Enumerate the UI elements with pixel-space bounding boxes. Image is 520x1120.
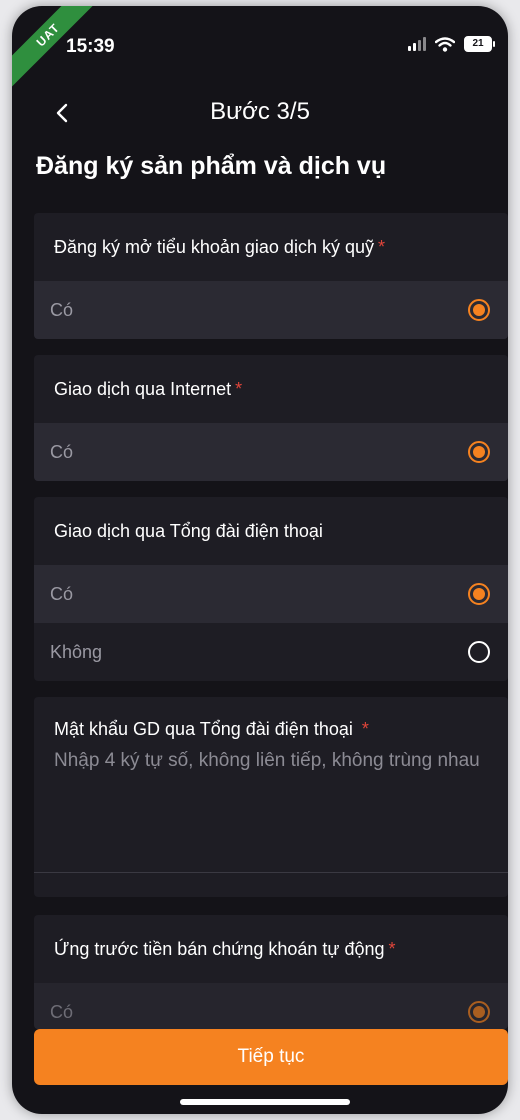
radio-unselected-icon[interactable]: [468, 641, 490, 663]
option-label: Không: [50, 641, 103, 662]
card-internet-trading: Giao dịch qua Internet * Có: [34, 355, 508, 481]
card-label: Ứng trước tiền bán chứng khoán tự động *: [34, 915, 508, 983]
phone-password-input[interactable]: [34, 740, 508, 840]
card-label-text: Ứng trước tiền bán chứng khoán tự động: [54, 938, 385, 959]
card-label: Giao dịch qua Internet *: [34, 355, 508, 423]
option-no[interactable]: Không: [34, 623, 508, 681]
page-title: Bước 3/5: [210, 98, 310, 125]
password-label-text: Mật khẩu GD qua Tổng đài điện thoại: [54, 719, 353, 739]
input-underline: [34, 872, 508, 873]
card-label: Đăng ký mở tiểu khoản giao dịch ký quỹ *: [34, 213, 508, 281]
continue-button[interactable]: Tiếp tục: [34, 1029, 508, 1085]
wifi-icon: [435, 36, 455, 52]
section-title: Đăng ký sản phẩm và dịch vụ: [36, 152, 387, 180]
password-label: Mật khẩu GD qua Tổng đài điện thoại *: [34, 697, 508, 740]
required-marker: *: [361, 719, 369, 739]
card-margin-subaccount: Đăng ký mở tiểu khoản giao dịch ký quỹ *…: [34, 213, 508, 339]
option-yes[interactable]: Có: [34, 423, 508, 481]
card-label-text: Đăng ký mở tiểu khoản giao dịch ký quỹ: [54, 236, 374, 257]
option-label: Có: [50, 299, 74, 320]
status-time: 15:39: [66, 36, 115, 57]
option-label: Có: [50, 583, 74, 604]
option-yes[interactable]: Có: [34, 565, 508, 623]
battery-icon: 21: [464, 36, 495, 52]
card-label-text: Giao dịch qua Internet: [54, 378, 232, 399]
card-auto-advance: Ứng trước tiền bán chứng khoán tự động *…: [34, 915, 508, 1029]
required-marker: *: [388, 938, 396, 959]
required-marker: *: [377, 236, 385, 257]
card-phone-password: Mật khẩu GD qua Tổng đài điện thoại *: [34, 697, 508, 897]
status-bar: 15:39 21: [12, 6, 508, 86]
radio-selected-icon[interactable]: [468, 299, 490, 321]
header: Bước 3/5: [12, 86, 508, 148]
home-indicator: [180, 1099, 350, 1105]
radio-selected-icon[interactable]: [468, 1001, 490, 1023]
option-label: Có: [50, 1001, 74, 1022]
radio-selected-icon[interactable]: [468, 583, 490, 605]
option-yes[interactable]: Có: [34, 983, 508, 1029]
phone-screen: UAT 15:39 21 Bước 3/5 Đăng ký sản phẩm v…: [12, 6, 508, 1114]
card-label-text: Giao dịch qua Tổng đài điện thoại: [54, 520, 323, 541]
radio-selected-icon[interactable]: [468, 441, 490, 463]
card-phone-trading: Giao dịch qua Tổng đài điện thoại Có Khô…: [34, 497, 508, 681]
signal-icon: [408, 37, 426, 51]
status-icons: 21: [408, 36, 495, 52]
required-marker: *: [235, 378, 243, 399]
option-label: Có: [50, 441, 74, 462]
option-yes[interactable]: Có: [34, 281, 508, 339]
card-label: Giao dịch qua Tổng đài điện thoại: [34, 497, 508, 565]
